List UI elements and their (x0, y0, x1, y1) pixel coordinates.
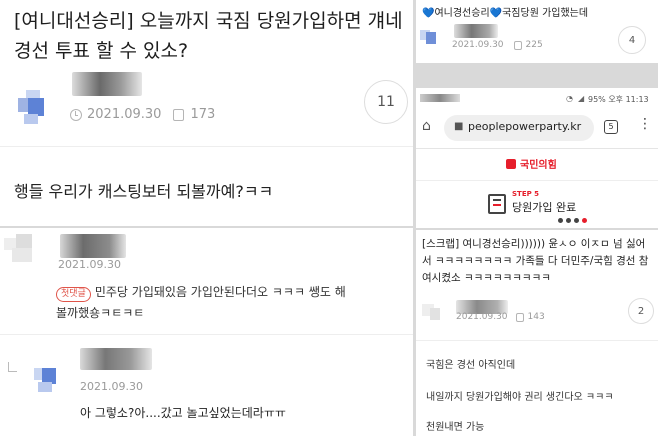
avatar[interactable] (18, 90, 48, 124)
left-comments-panel: 2021.09.30 첫댓글 민주당 가입돼있음 가입안된다더오 ㅋㅋㅋ 쌩도 해… (0, 228, 413, 436)
comment-meta: 2021.09.30 (58, 258, 121, 271)
avatar[interactable] (4, 234, 44, 268)
comment-text: 민주당 가입돼있음 가입안된다더오 ㅋㅋㅋ 쌩도 해볼까했숑ㅋㅌㅋㅌ (56, 285, 346, 320)
comment-count-button[interactable]: 11 (364, 80, 408, 124)
comment-count: 2 (637, 305, 645, 317)
left-post-panel: [여니대선승리] 오늘까지 국짐 당원가입하면 걔네 경선 투표 할 수 있소?… (0, 0, 413, 226)
url-field[interactable]: ■ peoplepowerparty.kr (444, 115, 594, 141)
post-meta: 2021.09.30 143 (456, 312, 545, 322)
comment-count: 11 (377, 94, 395, 110)
more-menu-icon[interactable]: ⋮ (638, 116, 652, 132)
step-dot (566, 218, 571, 223)
blurred-status-icons (420, 94, 460, 102)
post-title[interactable]: 💙여니경선승리💙국짐당원 가입했는데 (422, 4, 654, 19)
divider (416, 180, 658, 181)
signal-icon: ◢ (578, 94, 585, 103)
tab-count-button[interactable]: 5 (604, 120, 618, 134)
reply-date: 2021.09.30 (80, 380, 143, 393)
post-title[interactable]: [여니대선승리] 오늘까지 국짐 당원가입하면 걔네 경선 투표 할 수 있소? (14, 6, 406, 66)
post-title[interactable]: [스크랩] 여니경선승리)))))) 윤ㅅㅇ 이ㅈㅁ 넘 싫어서 ㅋㅋㅋㅋㅋㅋㅋ… (422, 236, 654, 287)
step-card: STEP 5 당원가입 완료 (416, 184, 658, 228)
divider (416, 340, 658, 341)
post-views: 143 (527, 312, 545, 322)
post-date: 2021.09.30 (87, 107, 162, 122)
browser-bar: ⌂ ■ peoplepowerparty.kr 5 ⋮ (416, 110, 658, 146)
wifi-icon: ◔ (566, 94, 573, 103)
reply-meta: 2021.09.30 (80, 380, 143, 393)
post-views: 173 (190, 107, 216, 122)
blurred-username (60, 234, 126, 258)
lock-icon: ■ (454, 121, 464, 132)
divider (416, 148, 658, 149)
phone-screenshot: ◔ ◢ 95% 오후 11:13 ⌂ ■ peoplepowerparty.kr… (416, 88, 658, 228)
blurred-username (72, 72, 142, 96)
views-icon (513, 40, 522, 50)
right-post-panel: [스크랩] 여니경선승리)))))) 윤ㅅㅇ 이ㅈㅁ 넘 싫어서 ㅋㅋㅋㅋㅋㅋㅋ… (416, 230, 658, 436)
party-logo: 국민의힘 (506, 156, 557, 171)
comment-date: 2021.09.30 (58, 258, 121, 271)
views-icon (515, 312, 524, 322)
clock-icon (70, 108, 82, 121)
avatar[interactable] (34, 364, 64, 394)
tab-count: 5 (608, 122, 614, 131)
reply-text: 아 그렇소?아....갔고 놀고싶었는데라ㅠㅠ (80, 406, 286, 420)
comment-count: 4 (628, 34, 636, 46)
url-text: peoplepowerparty.kr (468, 120, 582, 133)
comment-count-button[interactable]: 4 (618, 26, 646, 54)
divider (0, 334, 413, 335)
step-icon (488, 194, 506, 214)
step-dot (558, 218, 563, 223)
status-bar: ◔ ◢ 95% 오후 11:13 (416, 90, 658, 108)
post-meta: 2021.09.30 225 (452, 40, 543, 50)
right-post-header: 💙여니경선승리💙국짐당원 가입했는데 2021.09.30 225 4 (416, 0, 658, 63)
avatar[interactable] (420, 24, 442, 48)
step-title: 당원가입 완료 (512, 201, 577, 214)
step-dot (582, 218, 587, 223)
step-progress-dots (558, 218, 587, 223)
post-views: 225 (525, 40, 543, 50)
comment-count-button[interactable]: 2 (628, 298, 654, 324)
comment-text-block: 첫댓글 민주당 가입돼있음 가입안된다더오 ㅋㅋㅋ 쌩도 해볼까했숑ㅋㅌㅋㅌ (56, 282, 356, 324)
home-icon[interactable]: ⌂ (422, 118, 431, 134)
step-dot (574, 218, 579, 223)
blurred-username (80, 348, 152, 370)
party-logo-icon (506, 158, 516, 169)
post-date: 2021.09.30 (456, 312, 508, 322)
post-body-line: 국힘은 경선 아직인데 (426, 360, 516, 371)
divider (0, 146, 413, 147)
step-label: STEP 5 (512, 190, 540, 198)
post-date: 2021.09.30 (452, 40, 504, 50)
reply-indicator (8, 362, 17, 372)
views-icon (173, 108, 185, 121)
post-meta: 2021.09.30 173 (70, 107, 215, 122)
post-body: 행들 우리가 캐스팅보터 되볼까예?ㅋㅋ (14, 182, 274, 201)
blurred-username (454, 24, 498, 38)
first-comment-badge: 첫댓글 (56, 287, 91, 302)
avatar[interactable] (422, 300, 444, 324)
post-body-line: 내일까지 당원가입해야 권리 생긴다오 ㅋㅋㅋ (426, 392, 614, 403)
post-body-line: 천원내면 가능 (426, 422, 485, 433)
party-logo-text: 국민의힘 (520, 160, 557, 171)
status-text: 95% 오후 11:13 (588, 95, 649, 104)
